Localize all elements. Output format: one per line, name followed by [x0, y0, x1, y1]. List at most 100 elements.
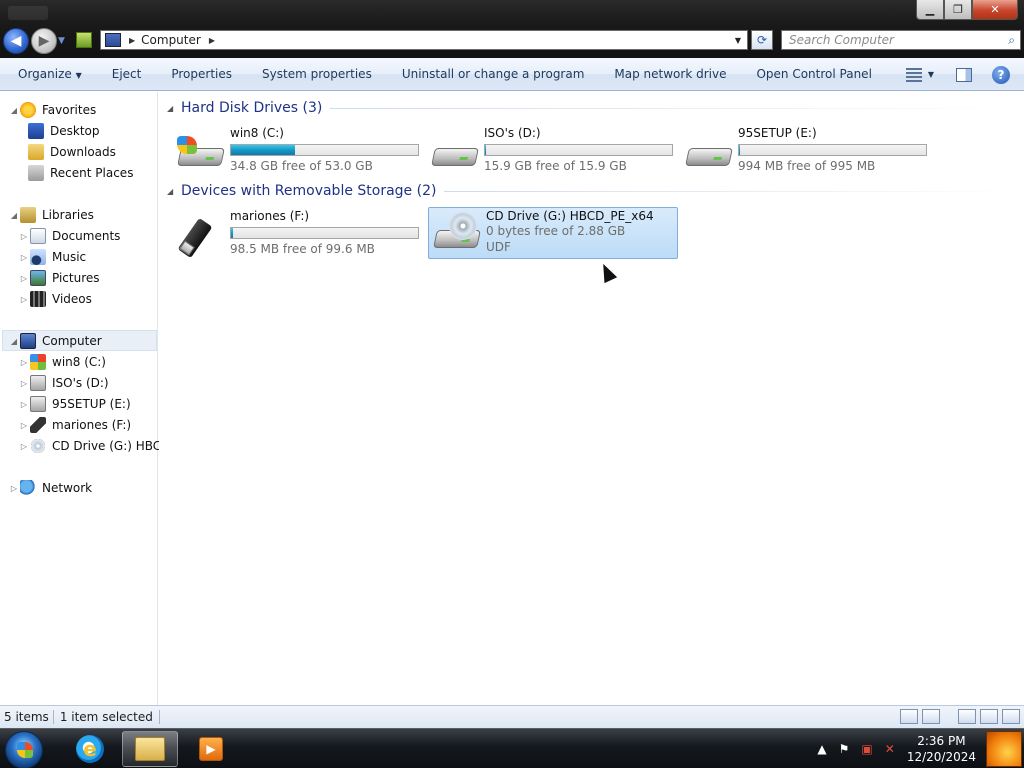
uninstall-program-button[interactable]: Uninstall or change a program — [387, 67, 600, 81]
expand-icon[interactable]: ▷ — [8, 484, 20, 493]
collapse-icon[interactable]: ◢ — [8, 337, 20, 346]
preview-pane-icon[interactable] — [956, 67, 972, 82]
drive-tile-d[interactable]: ISO's (D:) 15.9 GB free of 15.9 GB — [427, 126, 677, 178]
open-control-panel-button[interactable]: Open Control Panel — [741, 67, 886, 81]
pictures-icon — [30, 270, 46, 286]
show-hidden-icons-icon[interactable]: ▲ — [817, 742, 826, 756]
search-icon[interactable]: ⌕ — [1008, 33, 1015, 48]
view-dropdown-icon[interactable]: ▼ — [928, 70, 934, 79]
close-button[interactable]: ✕ — [972, 0, 1018, 20]
refresh-button[interactable]: ⟳ — [751, 30, 773, 50]
address-bar[interactable]: ▶ Computer ▶ ▼ — [100, 30, 748, 50]
expand-icon[interactable]: ▷ — [18, 274, 30, 283]
system-properties-button[interactable]: System properties — [247, 67, 387, 81]
organize-button[interactable]: Organize ▼ — [0, 67, 97, 81]
nav-computer[interactable]: ◢ Computer — [8, 331, 102, 351]
group-hard-disk-drives[interactable]: ◢ Hard Disk Drives (3) — [167, 98, 1017, 118]
help-icon[interactable]: ? — [992, 65, 1010, 84]
nav-drive-c[interactable]: ▷ win8 (C:) — [18, 352, 106, 372]
collapse-icon[interactable]: ◢ — [8, 106, 20, 115]
expand-icon[interactable]: ▷ — [18, 442, 30, 451]
change-view-icon[interactable] — [905, 67, 922, 82]
expand-icon[interactable]: ▷ — [18, 232, 30, 241]
back-button[interactable]: ◀ — [3, 28, 29, 54]
network-disconnected-icon[interactable]: ▣ — [861, 742, 872, 756]
nav-libraries[interactable]: ◢ Libraries — [8, 205, 94, 225]
group-removable-storage[interactable]: ◢ Devices with Removable Storage (2) — [167, 181, 1017, 201]
group-title: Hard Disk Drives (3) — [181, 100, 323, 116]
split-layout-icon[interactable] — [980, 709, 998, 724]
status-bar: 5 items 1 item selected — [0, 705, 1024, 728]
usage-fill — [739, 145, 740, 155]
taskbar-windows-explorer[interactable] — [122, 731, 178, 767]
volume-muted-icon[interactable]: ✕ — [885, 742, 895, 756]
drive-tile-c[interactable]: win8 (C:) 34.8 GB free of 53.0 GB — [173, 126, 423, 178]
maximize-button[interactable]: ❐ — [944, 0, 972, 20]
drive-usage-bar — [738, 144, 927, 156]
details-view-icon[interactable] — [900, 709, 918, 724]
usage-fill — [485, 145, 486, 155]
windows-drive-icon — [30, 354, 46, 370]
action-center-flag-icon[interactable]: ⚑ — [839, 742, 850, 756]
up-folder-icon[interactable] — [76, 32, 92, 48]
nav-label: Documents — [52, 229, 121, 243]
clock-time: 2:36 PM — [917, 734, 966, 748]
nav-desktop[interactable]: Desktop — [28, 121, 100, 141]
taskbar-media-player[interactable]: ▶ — [183, 731, 239, 767]
forward-button[interactable]: ▶ — [31, 28, 57, 54]
minimize-icon: ▁ — [925, 3, 935, 16]
nav-drive-g[interactable]: ▷ CD Drive (G:) HBCD_ — [18, 436, 176, 456]
collapse-group-icon[interactable]: ◢ — [167, 187, 181, 196]
preview-layout-icon[interactable] — [1002, 709, 1020, 724]
drive-tile-e[interactable]: 95SETUP (E:) 994 MB free of 995 MB — [681, 126, 931, 178]
selection-count: 1 item selected — [54, 710, 160, 724]
expand-icon[interactable]: ▷ — [18, 421, 30, 430]
map-network-drive-button[interactable]: Map network drive — [599, 67, 741, 81]
collapse-group-icon[interactable]: ◢ — [167, 104, 181, 113]
nav-videos[interactable]: ▷ Videos — [18, 289, 92, 309]
nav-favorites[interactable]: ◢ Favorites — [8, 100, 96, 120]
nav-drive-e[interactable]: ▷ 95SETUP (E:) — [18, 394, 131, 414]
expand-icon[interactable]: ▷ — [18, 400, 30, 409]
search-box[interactable]: ⌕ — [781, 30, 1021, 50]
breadcrumb-chevron-icon[interactable]: ▶ — [209, 36, 215, 45]
show-desktop-button[interactable] — [986, 731, 1022, 767]
expand-icon[interactable]: ▷ — [18, 358, 30, 367]
tiles-view-icon[interactable] — [922, 709, 940, 724]
nav-drive-f[interactable]: ▷ mariones (F:) — [18, 415, 131, 435]
taskbar-internet-explorer[interactable]: e — [62, 731, 118, 767]
eject-button[interactable]: Eject — [97, 67, 157, 81]
nav-music[interactable]: ▷ Music — [18, 247, 86, 267]
hard-drive-icon — [685, 136, 733, 170]
expand-icon[interactable]: ▷ — [18, 295, 30, 304]
recent-places-icon — [28, 165, 44, 181]
nav-network[interactable]: ▷ Network — [8, 478, 92, 498]
network-icon — [20, 480, 36, 496]
address-dropdown-icon[interactable]: ▼ — [735, 36, 741, 45]
documents-icon — [30, 228, 46, 244]
nav-downloads[interactable]: Downloads — [28, 142, 116, 162]
nav-documents[interactable]: ▷ Documents — [18, 226, 120, 246]
clock[interactable]: 2:36 PM 12/20/2024 — [907, 733, 976, 765]
drive-usage-bar — [230, 144, 419, 156]
hard-drive-icon — [431, 136, 479, 170]
minimize-button[interactable]: ▁ — [916, 0, 944, 20]
status-view-buttons — [896, 709, 1020, 724]
recent-pages-dropdown[interactable]: ▼ — [58, 36, 65, 46]
nav-label: Pictures — [52, 271, 100, 285]
search-input[interactable] — [782, 31, 992, 49]
start-button[interactable] — [5, 731, 43, 768]
drive-tile-f[interactable]: mariones (F:) 98.5 MB free of 99.6 MB — [173, 209, 423, 261]
collapse-icon[interactable]: ◢ — [8, 211, 20, 220]
expand-icon[interactable]: ▷ — [18, 379, 30, 388]
nav-pictures[interactable]: ▷ Pictures — [18, 268, 100, 288]
breadcrumb-chevron-icon[interactable]: ▶ — [129, 36, 135, 45]
properties-button[interactable]: Properties — [156, 67, 247, 81]
drive-tile-g[interactable]: CD Drive (G:) HBCD_PE_x64 0 bytes free o… — [428, 207, 678, 259]
layout-icon[interactable] — [958, 709, 976, 724]
chevron-down-icon: ▼ — [75, 71, 82, 80]
nav-drive-d[interactable]: ▷ ISO's (D:) — [18, 373, 109, 393]
breadcrumb-computer[interactable]: Computer — [141, 33, 201, 47]
expand-icon[interactable]: ▷ — [18, 253, 30, 262]
nav-recent-places[interactable]: Recent Places — [28, 163, 133, 183]
